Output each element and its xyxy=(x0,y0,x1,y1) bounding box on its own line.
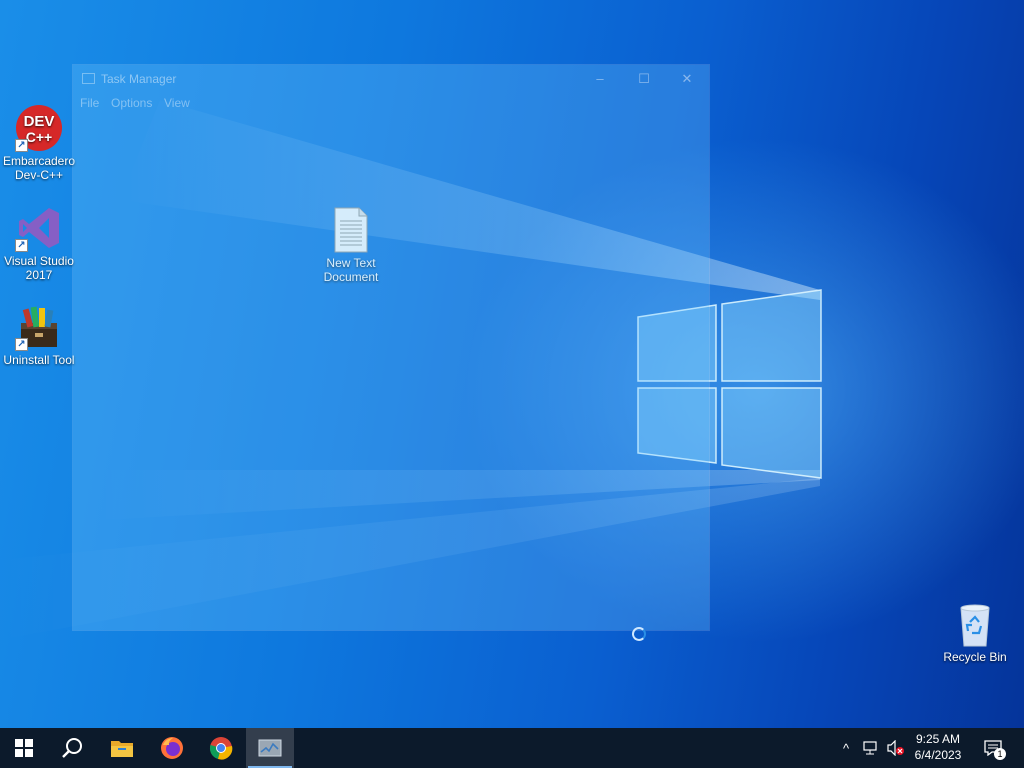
clock-time: 9:25 AM xyxy=(915,732,961,746)
desktop-icon-visual-studio[interactable]: ↗ Visual Studio 2017 xyxy=(0,204,78,282)
maximize-button[interactable]: ☐ xyxy=(622,65,666,93)
uninstall-tool-icon: ↗ xyxy=(15,303,63,351)
chrome-icon xyxy=(209,737,233,760)
window-title: Task Manager xyxy=(101,72,177,86)
close-button[interactable]: ✕ xyxy=(665,65,709,93)
desktop-icon-label: Recycle Bin xyxy=(943,650,1007,664)
search-button[interactable] xyxy=(48,728,96,768)
desktop-icon-label: Uninstall Tool xyxy=(3,353,75,367)
loading-cursor-icon xyxy=(632,627,646,641)
firefox-icon xyxy=(161,737,183,759)
menu-view[interactable]: View xyxy=(164,96,190,110)
notifications-icon: 1 xyxy=(984,740,1006,760)
start-button[interactable] xyxy=(0,728,48,768)
desktop-icon-recycle-bin[interactable]: Recycle Bin xyxy=(936,600,1014,664)
notification-count-badge: 1 xyxy=(994,748,1006,760)
network-button[interactable] xyxy=(860,728,882,768)
shortcut-arrow-icon: ↗ xyxy=(15,338,28,351)
show-hidden-icons-button[interactable]: ^ xyxy=(836,728,856,768)
taskbar: ^ 9:25 AM 6/4/2023 1 xyxy=(0,728,1024,768)
desktop-icon-devcpp[interactable]: DEV C++ ↗ Embarcadero Dev-C++ xyxy=(0,104,78,182)
action-center-button[interactable]: 1 xyxy=(978,728,1008,768)
start-icon xyxy=(15,739,33,757)
minimize-button[interactable]: – xyxy=(578,65,622,93)
devcpp-icon: DEV C++ ↗ xyxy=(15,104,63,152)
visual-studio-icon: ↗ xyxy=(15,204,63,252)
desktop-icon-label: Visual Studio xyxy=(4,254,74,268)
search-icon xyxy=(62,738,82,758)
recycle-bin-icon xyxy=(951,600,999,648)
taskbar-chrome[interactable] xyxy=(197,728,245,768)
desktop-icon-label: 2017 xyxy=(25,268,53,282)
taskbar-task-manager[interactable] xyxy=(246,728,294,768)
network-icon xyxy=(863,741,877,755)
clock[interactable]: 9:25 AM 6/4/2023 xyxy=(905,731,971,763)
shortcut-arrow-icon: ↗ xyxy=(15,139,28,152)
task-manager-app-icon xyxy=(82,73,95,84)
desktop-icon-label: Embarcadero xyxy=(2,154,76,168)
svg-text:C++: C++ xyxy=(26,129,52,145)
clock-date: 6/4/2023 xyxy=(914,748,962,762)
task-manager-window[interactable]: Task Manager – ☐ ✕ File Options View xyxy=(73,65,709,630)
shortcut-arrow-icon: ↗ xyxy=(15,239,28,252)
svg-text:DEV: DEV xyxy=(24,113,55,130)
volume-button[interactable] xyxy=(884,728,906,768)
taskbar-firefox[interactable] xyxy=(148,728,196,768)
desktop-icon-label: Dev-C++ xyxy=(14,168,64,182)
file-explorer-icon xyxy=(111,741,133,757)
menu-options[interactable]: Options xyxy=(111,96,152,110)
menu-file[interactable]: File xyxy=(80,96,99,110)
task-manager-icon xyxy=(258,739,282,757)
taskbar-file-explorer[interactable] xyxy=(98,728,146,768)
chevron-up-icon: ^ xyxy=(842,740,850,756)
desktop-icon-uninstall-tool[interactable]: ↗ Uninstall Tool xyxy=(0,303,78,367)
volume-muted-icon xyxy=(887,740,904,756)
